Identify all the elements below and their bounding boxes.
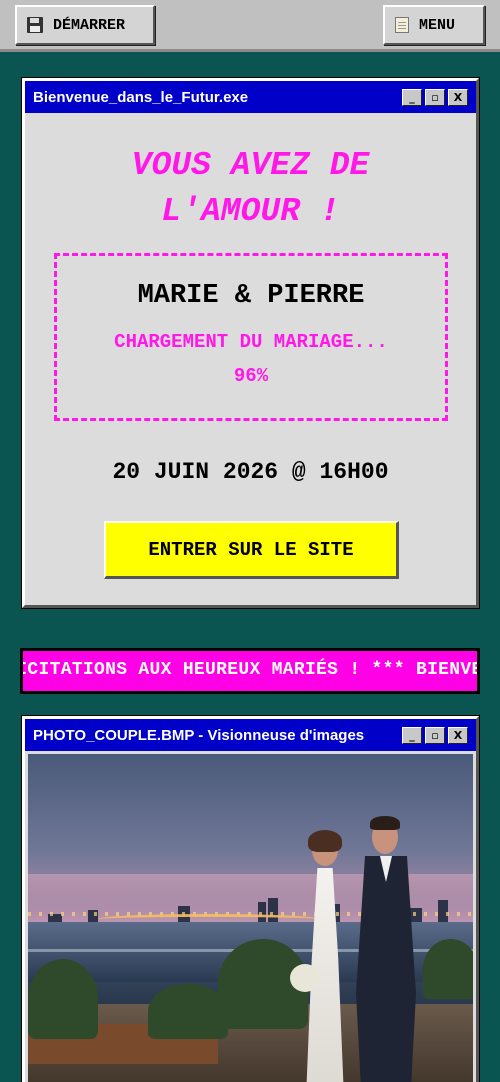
bridge bbox=[98, 914, 318, 924]
photo-viewer-window: PHOTO_COUPLE.BMP - Visionneuse d'images … bbox=[22, 716, 479, 1082]
taskbar: DÉMARRER MENU bbox=[0, 0, 500, 52]
loading-box: MARIE & PIERRE CHARGEMENT DU MARIAGE... … bbox=[54, 253, 448, 421]
plant bbox=[148, 984, 228, 1039]
minimize-button[interactable]: _ bbox=[402, 726, 422, 744]
loading-text: CHARGEMENT DU MARIAGE... bbox=[114, 331, 388, 353]
couple-names: MARIE & PIERRE bbox=[137, 281, 365, 311]
photo-window-titlebar[interactable]: PHOTO_COUPLE.BMP - Visionneuse d'images … bbox=[25, 719, 476, 751]
menu-button-label: MENU bbox=[419, 16, 456, 34]
loading-progress: 96% bbox=[233, 365, 269, 387]
minimize-button[interactable]: _ bbox=[402, 88, 422, 106]
start-button-label: DÉMARRER bbox=[53, 16, 126, 34]
welcome-window-titlebar[interactable]: Bienvenue_dans_le_Futur.exe _ ▫ X bbox=[25, 81, 476, 113]
headline-line-2: L'AMOUR ! bbox=[161, 193, 340, 230]
photo-window-title: PHOTO_COUPLE.BMP - Visionneuse d'images bbox=[33, 726, 365, 744]
groom bbox=[350, 816, 422, 1082]
floppy-disk-icon bbox=[27, 17, 43, 33]
menu-button[interactable]: MENU bbox=[383, 5, 485, 45]
marquee-text: FÉLICITATIONS AUX HEUREUX MARIÉS ! *** B… bbox=[23, 660, 477, 680]
close-button[interactable]: X bbox=[448, 88, 468, 106]
welcome-window: Bienvenue_dans_le_Futur.exe _ ▫ X VOUS A… bbox=[22, 78, 479, 608]
welcome-window-title: Bienvenue_dans_le_Futur.exe bbox=[33, 88, 249, 106]
wedding-date-time: 20 JUIN 2026 @ 16H00 bbox=[112, 459, 389, 485]
maximize-button[interactable]: ▫ bbox=[425, 88, 445, 106]
couple-photo bbox=[28, 754, 473, 1082]
close-button[interactable]: X bbox=[448, 726, 468, 744]
marquee-banner: FÉLICITATIONS AUX HEUREUX MARIÉS ! *** B… bbox=[20, 648, 480, 694]
start-button[interactable]: DÉMARRER bbox=[15, 5, 155, 45]
enter-site-button[interactable]: ENTRER SUR LE SITE bbox=[104, 521, 399, 579]
plant bbox=[423, 939, 473, 999]
headline: VOUS AVEZ DE L'AMOUR ! bbox=[25, 143, 476, 235]
plant bbox=[28, 959, 98, 1039]
notepad-icon bbox=[395, 17, 409, 33]
headline-line-1: VOUS AVEZ DE bbox=[131, 147, 370, 184]
maximize-button[interactable]: ▫ bbox=[425, 726, 445, 744]
